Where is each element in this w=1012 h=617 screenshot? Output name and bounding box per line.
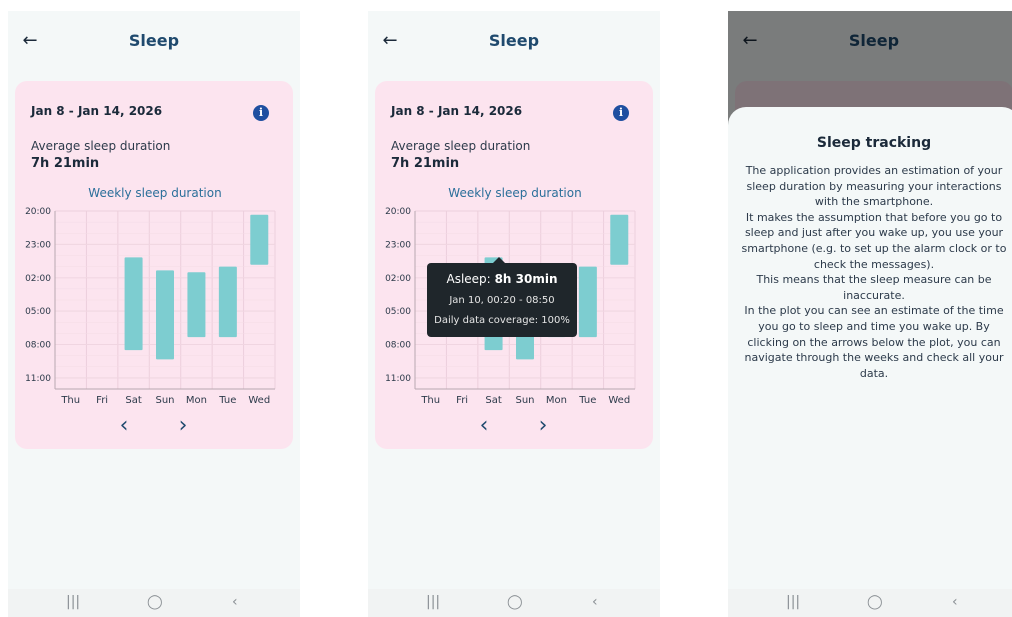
date-range: Jan 8 - Jan 14, 2026 bbox=[31, 104, 163, 118]
y-tick-label: 20:00 bbox=[25, 207, 51, 217]
info-icon[interactable]: i bbox=[253, 105, 269, 121]
tooltip-asleep-label: Asleep: bbox=[446, 272, 491, 286]
y-tick-label: 08:00 bbox=[385, 341, 411, 351]
bar-tooltip: Asleep: 8h 30min Jan 10, 00:20 - 08:50 D… bbox=[427, 257, 577, 337]
sleep-bar-wed[interactable] bbox=[610, 214, 629, 265]
sleep-bar-tue[interactable] bbox=[578, 266, 597, 338]
phone-screen-3: ← Sleep Sleep tracking The application p… bbox=[728, 11, 1012, 617]
tooltip-asleep: Asleep: 8h 30min bbox=[427, 272, 577, 286]
next-week-button[interactable]: › bbox=[172, 415, 194, 437]
info-bottom-sheet: Sleep tracking The application provides … bbox=[728, 107, 1012, 617]
next-week-button[interactable]: › bbox=[532, 415, 554, 437]
chart-title: Weekly sleep duration bbox=[88, 186, 221, 200]
average-value: 7h 21min bbox=[391, 156, 460, 171]
home-icon[interactable]: ◯ bbox=[867, 594, 883, 610]
x-tick-label: Sat bbox=[485, 395, 501, 406]
y-tick-label: 23:00 bbox=[385, 240, 411, 250]
y-tick-label: 20:00 bbox=[385, 207, 411, 217]
back-nav-icon[interactable]: ‹ bbox=[592, 594, 598, 610]
average-label: Average sleep duration bbox=[391, 139, 531, 153]
y-tick-label: 11:00 bbox=[385, 374, 411, 384]
page-title: Sleep bbox=[128, 31, 180, 50]
x-tick-label: Sat bbox=[125, 395, 141, 406]
x-tick-label: Sun bbox=[155, 395, 174, 406]
sleep-card: Jan 8 - Jan 14, 2026 i Average sleep dur… bbox=[15, 81, 293, 449]
home-icon[interactable]: ◯ bbox=[507, 594, 523, 610]
sleep-bar-sat[interactable] bbox=[124, 257, 143, 351]
x-tick-label: Tue bbox=[218, 395, 236, 406]
x-tick-label: Thu bbox=[60, 395, 80, 406]
sheet-body: The application provides an estimation o… bbox=[740, 163, 1008, 381]
y-tick-label: 23:00 bbox=[25, 240, 51, 250]
sleep-bar-tue[interactable] bbox=[218, 266, 237, 338]
sleep-bar-mon[interactable] bbox=[187, 272, 206, 338]
x-tick-label: Fri bbox=[96, 395, 108, 406]
info-icon[interactable]: i bbox=[613, 105, 629, 121]
x-tick-label: Fri bbox=[456, 395, 468, 406]
sheet-paragraph: In the plot you can see an estimate of t… bbox=[744, 304, 1004, 380]
sheet-paragraph: The application provides an estimation o… bbox=[745, 164, 1003, 209]
x-tick-label: Wed bbox=[608, 395, 630, 406]
phone-screen-2: ← Sleep Jan 8 - Jan 14, 2026 i Average s… bbox=[368, 11, 660, 617]
tooltip-range: Jan 10, 00:20 - 08:50 bbox=[449, 295, 555, 306]
system-nav-bar: ||| ◯ ‹ bbox=[8, 589, 300, 617]
x-tick-label: Mon bbox=[546, 395, 567, 406]
tooltip-asleep-value: 8h 30min bbox=[494, 272, 558, 286]
y-tick-label: 02:00 bbox=[385, 274, 411, 284]
system-nav-bar: ||| ◯ ‹ bbox=[728, 589, 1012, 617]
sheet-paragraph: It makes the assumption that before you … bbox=[741, 210, 1007, 271]
y-tick-label: 05:00 bbox=[385, 307, 411, 317]
sleep-card: Jan 8 - Jan 14, 2026 i Average sleep dur… bbox=[375, 81, 653, 449]
average-label: Average sleep duration bbox=[31, 139, 171, 153]
back-nav-icon[interactable]: ‹ bbox=[232, 594, 238, 610]
y-tick-label: 08:00 bbox=[25, 341, 51, 351]
system-nav-bar: ||| ◯ ‹ bbox=[368, 589, 660, 617]
x-tick-label: Sun bbox=[515, 395, 534, 406]
previous-week-button[interactable]: ‹ bbox=[113, 415, 135, 437]
sleep-bar-sun[interactable] bbox=[156, 270, 174, 360]
back-nav-icon[interactable]: ‹ bbox=[952, 594, 958, 610]
y-tick-label: 02:00 bbox=[25, 274, 51, 284]
x-tick-label: Wed bbox=[248, 395, 270, 406]
recents-icon[interactable]: ||| bbox=[426, 594, 440, 610]
tooltip-coverage: Daily data coverage: 100% bbox=[434, 315, 570, 326]
sheet-title: Sleep tracking bbox=[816, 135, 932, 151]
recents-icon[interactable]: ||| bbox=[786, 594, 800, 610]
phone-screen-1: ← Sleep Jan 8 - Jan 14, 2026 i Average s… bbox=[8, 11, 300, 617]
previous-week-button[interactable]: ‹ bbox=[473, 415, 495, 437]
sheet-paragraph: This means that the sleep measure can be… bbox=[756, 273, 992, 302]
app-bar: ← Sleep bbox=[368, 11, 660, 73]
y-tick-label: 11:00 bbox=[25, 374, 51, 384]
date-range: Jan 8 - Jan 14, 2026 bbox=[391, 104, 523, 118]
home-icon[interactable]: ◯ bbox=[147, 594, 163, 610]
y-tick-label: 05:00 bbox=[25, 307, 51, 317]
weekly-sleep-chart: Weekly sleep duration 20:00 23:00 02:00 05:… bbox=[25, 186, 276, 406]
chart-title: Weekly sleep duration bbox=[448, 186, 581, 200]
page-title: Sleep bbox=[488, 31, 540, 50]
sleep-bar-wed[interactable] bbox=[250, 214, 269, 265]
x-tick-label: Mon bbox=[186, 395, 207, 406]
x-tick-label: Thu bbox=[420, 395, 440, 406]
app-bar: ← Sleep bbox=[8, 11, 300, 73]
average-value: 7h 21min bbox=[31, 156, 100, 171]
x-tick-label: Tue bbox=[578, 395, 596, 406]
recents-icon[interactable]: ||| bbox=[66, 594, 80, 610]
